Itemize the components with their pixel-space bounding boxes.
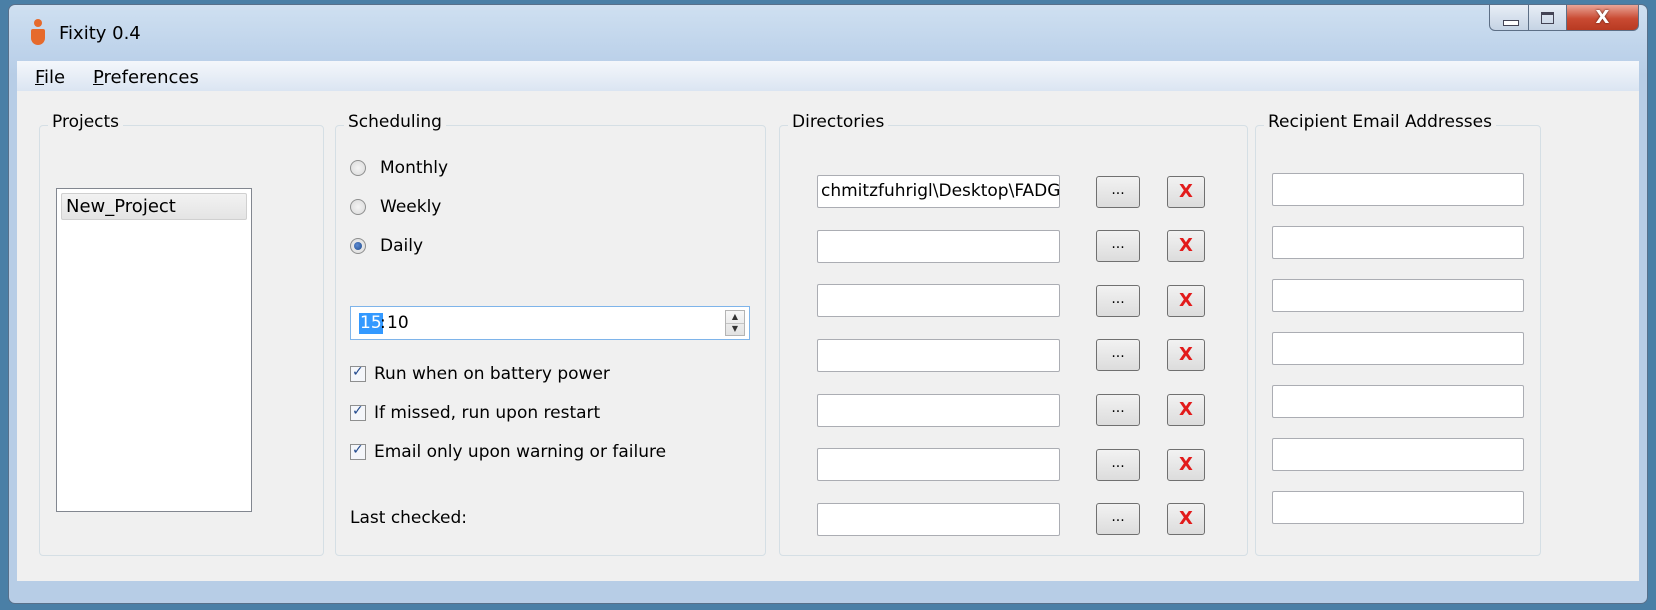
check-email-only-label: Email only upon warning or failure (374, 442, 667, 462)
radio-daily-label: Daily (380, 236, 424, 256)
maximize-button[interactable] (1529, 5, 1567, 31)
check-missed-box[interactable] (350, 403, 366, 421)
radio-monthly[interactable]: Monthly (350, 156, 448, 180)
directories-group-title: Directories (788, 112, 889, 132)
email-field[interactable] (1272, 332, 1524, 365)
browse-button[interactable]: ... (1096, 285, 1140, 317)
menu-preferences[interactable]: Preferences (93, 67, 199, 88)
remove-button[interactable]: X (1167, 394, 1205, 426)
window-title: Fixity 0.4 (59, 23, 141, 44)
directory-field[interactable] (817, 230, 1060, 263)
radio-monthly-button[interactable] (350, 160, 366, 176)
browse-button[interactable]: ... (1096, 503, 1140, 535)
directories-group: Directories chmitzfuhrigl\Desktop\FADGI … (779, 112, 1248, 556)
remove-button[interactable]: X (1167, 449, 1205, 481)
time-separator: : (380, 313, 386, 333)
check-battery[interactable]: Run when on battery power (350, 362, 610, 386)
check-missed[interactable]: If missed, run upon restart (350, 401, 600, 425)
browse-button[interactable]: ... (1096, 176, 1140, 208)
radio-daily-button[interactable] (350, 238, 366, 254)
close-button[interactable]: X (1567, 5, 1639, 31)
time-spinner[interactable]: ▲ ▼ (725, 310, 745, 336)
radio-monthly-label: Monthly (380, 158, 449, 178)
radio-weekly[interactable]: Weekly (350, 195, 441, 219)
check-missed-label: If missed, run upon restart (374, 403, 601, 423)
projects-group-title: Projects (48, 112, 124, 132)
directory-field[interactable]: chmitzfuhrigl\Desktop\FADGI (817, 175, 1060, 208)
projects-group: Projects New_Project (39, 112, 324, 556)
directory-field[interactable] (817, 448, 1060, 481)
email-field[interactable] (1272, 226, 1524, 259)
check-battery-box[interactable] (350, 364, 366, 382)
remove-button[interactable]: X (1167, 285, 1205, 317)
radio-daily[interactable]: Daily (350, 234, 423, 258)
radio-weekly-button[interactable] (350, 199, 366, 215)
email-field[interactable] (1272, 173, 1524, 206)
projects-list[interactable]: New_Project (56, 188, 252, 512)
scheduling-group-title: Scheduling (344, 112, 446, 132)
project-list-item[interactable]: New_Project (61, 193, 247, 220)
check-email-only[interactable]: Email only upon warning or failure (350, 440, 666, 464)
spin-down-icon[interactable]: ▼ (726, 323, 744, 335)
fixity-app-icon (31, 19, 45, 45)
time-minute-field[interactable]: 10 (387, 313, 409, 334)
check-email-only-box[interactable] (350, 442, 366, 460)
main-panel: Projects New_Project Scheduling Monthly … (17, 91, 1639, 581)
remove-button[interactable]: X (1167, 230, 1205, 262)
remove-button[interactable]: X (1167, 503, 1205, 535)
browse-button[interactable]: ... (1096, 394, 1140, 426)
browse-button[interactable]: ... (1096, 339, 1140, 371)
minimize-button[interactable] (1489, 5, 1529, 31)
directory-field[interactable] (817, 339, 1060, 372)
remove-button[interactable]: X (1167, 339, 1205, 371)
recipient-emails-group: Recipient Email Addresses (1255, 112, 1541, 556)
last-checked-label: Last checked: (350, 508, 467, 528)
recipient-emails-group-title: Recipient Email Addresses (1264, 112, 1496, 132)
title-bar[interactable]: Fixity 0.4 X (9, 5, 1647, 61)
directory-field[interactable] (817, 284, 1060, 317)
menu-bar: File Preferences (17, 61, 1639, 91)
check-battery-label: Run when on battery power (374, 364, 610, 384)
app-window: Fixity 0.4 X File Preferences Projects N… (8, 4, 1648, 604)
scheduling-group: Scheduling Monthly Weekly Daily 15 : 10 … (335, 112, 766, 556)
time-input[interactable]: 15 : 10 ▲ ▼ (350, 306, 750, 340)
browse-button[interactable]: ... (1096, 230, 1140, 262)
menu-file[interactable]: File (35, 67, 65, 88)
directory-field[interactable] (817, 503, 1060, 536)
email-field[interactable] (1272, 491, 1524, 524)
close-icon: X (1595, 7, 1610, 28)
email-field[interactable] (1272, 385, 1524, 418)
directory-field[interactable] (817, 394, 1060, 427)
remove-button[interactable]: X (1167, 176, 1205, 208)
browse-button[interactable]: ... (1096, 449, 1140, 481)
radio-weekly-label: Weekly (380, 197, 442, 217)
email-field[interactable] (1272, 438, 1524, 471)
email-field[interactable] (1272, 279, 1524, 312)
